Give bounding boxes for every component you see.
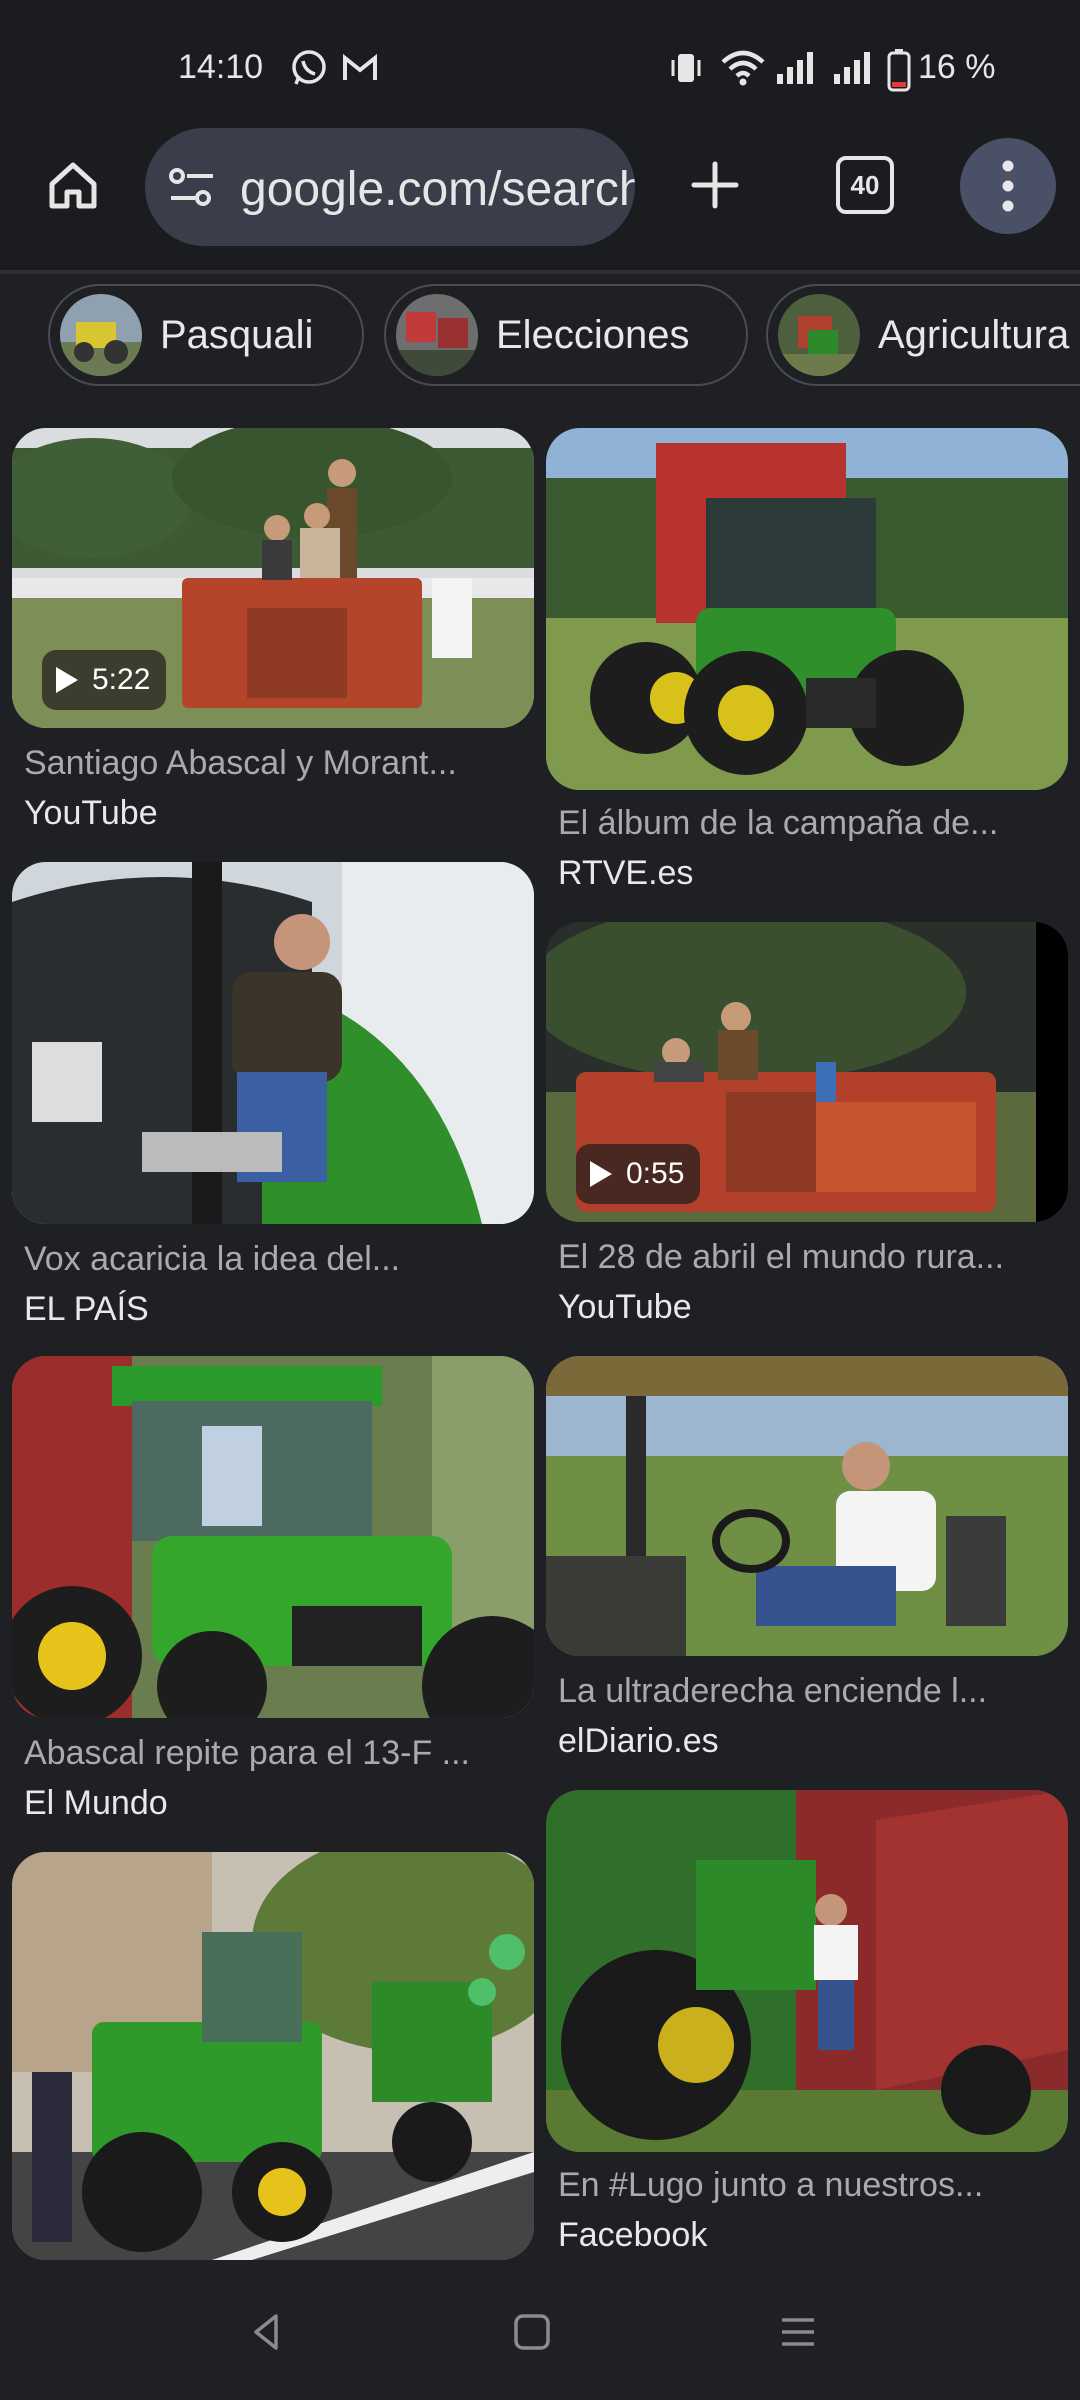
result-thumbnail: 5:22: [12, 428, 534, 728]
vibrate-icon: [668, 48, 704, 88]
result-source: Facebook: [558, 2216, 708, 2254]
tab-count: 40: [850, 169, 880, 200]
home-square-icon: [514, 2314, 550, 2350]
result-title: La ultraderecha enciende l...: [558, 1672, 988, 1710]
result-source: elDiario.es: [558, 1722, 719, 1760]
result-card[interactable]: [12, 1852, 534, 2260]
battery-percent: 16 %: [918, 48, 996, 86]
wifi-icon: [720, 48, 766, 88]
result-source: RTVE.es: [558, 854, 694, 892]
chip-thumbnail: [396, 294, 478, 376]
result-title: El álbum de la campaña de...: [558, 804, 999, 842]
result-thumbnail: 0:55: [546, 922, 1068, 1222]
duration-text: 0:55: [626, 1157, 685, 1190]
omnibox[interactable]: google.com/search: [145, 128, 635, 246]
result-thumbnail: [12, 1852, 534, 2260]
chip-thumbnail: [60, 294, 142, 376]
result-thumbnail: [546, 1356, 1068, 1656]
result-source: YouTube: [24, 794, 158, 832]
play-icon: [56, 667, 78, 693]
result-source: EL PAÍS: [24, 1290, 149, 1328]
chip-label: Pasquali: [160, 312, 314, 357]
result-source: YouTube: [558, 1288, 692, 1326]
battery-icon: [886, 48, 912, 92]
video-duration-badge: 5:22: [42, 650, 167, 710]
chip-label: Agricultura: [878, 312, 1070, 357]
back-button[interactable]: [236, 2302, 296, 2362]
back-icon: [254, 2314, 278, 2350]
result-card[interactable]: El álbum de la campaña de... RTVE.es: [546, 428, 1068, 898]
chip-elecciones[interactable]: Elecciones: [384, 284, 748, 386]
chip-agricultura[interactable]: Agricultura: [766, 284, 1080, 386]
result-card[interactable]: En #Lugo junto a nuestros... Facebook: [546, 1790, 1068, 2260]
home-icon: [49, 162, 97, 209]
result-thumbnail: [12, 862, 534, 1224]
chip-thumbnail: [778, 294, 860, 376]
result-title: Abascal repite para el 13-F ...: [24, 1734, 471, 1772]
gmail-icon: [340, 48, 380, 88]
tab-switcher-button[interactable]: 40: [820, 140, 910, 230]
status-time: 14:10: [178, 48, 264, 86]
recents-icon: [782, 2318, 814, 2346]
recents-button[interactable]: [768, 2302, 828, 2362]
result-thumbnail: [546, 1790, 1068, 2152]
result-card[interactable]: Abascal repite para el 13-F ... El Mundo: [12, 1356, 534, 1826]
site-settings-icon: [169, 168, 213, 206]
menu-button[interactable]: [960, 138, 1056, 234]
chip-pasquali[interactable]: Pasquali: [48, 284, 364, 386]
system-nav-bar: [0, 2270, 1080, 2400]
home-button[interactable]: [28, 140, 118, 230]
play-icon: [590, 1161, 612, 1187]
browser-toolbar: google.com/search 40: [0, 120, 1080, 270]
home-nav-button[interactable]: [502, 2302, 562, 2362]
plus-icon: [691, 161, 739, 209]
result-title: Vox acaricia la idea del...: [24, 1240, 401, 1278]
toolbar-divider: [0, 270, 1080, 274]
filter-chips: Pasquali Elecciones Agricultura: [0, 282, 1080, 392]
duration-text: 5:22: [92, 663, 151, 696]
result-title: Santiago Abascal y Morant...: [24, 744, 457, 782]
result-title: En #Lugo junto a nuestros...: [558, 2166, 984, 2204]
result-title: El 28 de abril el mundo rura...: [558, 1238, 1005, 1276]
url-text: google.com/search: [240, 163, 635, 216]
result-thumbnail: [12, 1356, 534, 1718]
chip-label: Elecciones: [496, 312, 690, 357]
tab-count-badge: 40: [836, 156, 894, 214]
result-card[interactable]: La ultraderecha enciende l... elDiario.e…: [546, 1356, 1068, 1766]
new-tab-button[interactable]: [670, 140, 760, 230]
result-card[interactable]: Vox acaricia la idea del... EL PAÍS: [12, 862, 534, 1332]
result-thumbnail: [546, 428, 1068, 790]
signal-icon: [775, 48, 823, 88]
whatsapp-icon: [290, 48, 328, 88]
signal-icon: [832, 48, 880, 88]
result-source: El Mundo: [24, 1784, 168, 1822]
result-card[interactable]: 5:22 Santiago Abascal y Morant... YouTub…: [12, 428, 534, 838]
more-vert-icon: [1002, 160, 1014, 212]
video-duration-badge: 0:55: [576, 1144, 701, 1204]
status-bar: 14:10 16 %: [0, 0, 1080, 130]
result-card[interactable]: 0:55 El 28 de abril el mundo rura... You…: [546, 922, 1068, 1332]
